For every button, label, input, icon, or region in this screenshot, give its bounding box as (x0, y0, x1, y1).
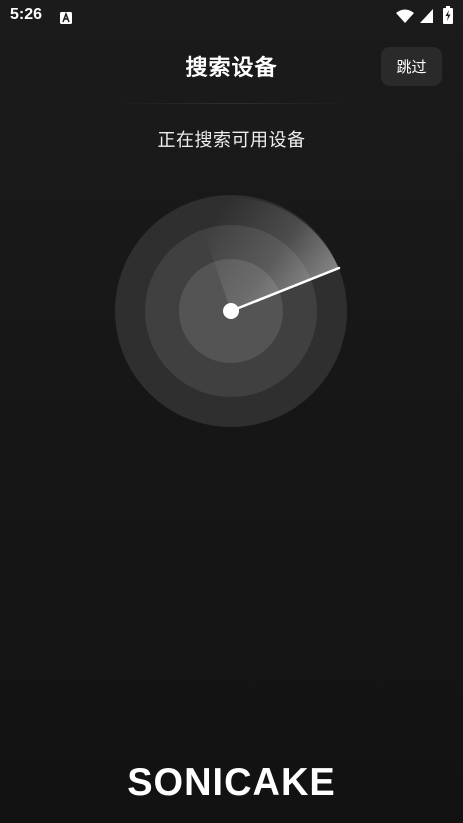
keyboard-notification-icon (60, 9, 72, 24)
header-divider (110, 103, 353, 104)
radar-center-dot (223, 303, 239, 319)
radar-scanner (115, 195, 347, 427)
signal-icon (420, 8, 433, 23)
status-bar: 5:26 (0, 0, 463, 32)
searching-status-text: 正在搜索可用设备 (157, 130, 306, 151)
wifi-icon (396, 8, 414, 23)
skip-button[interactable]: 跳过 (381, 47, 442, 86)
status-time: 5:26 (10, 6, 43, 23)
battery-charging-icon (443, 6, 453, 24)
brand-logo: SONICAKE (127, 761, 336, 805)
